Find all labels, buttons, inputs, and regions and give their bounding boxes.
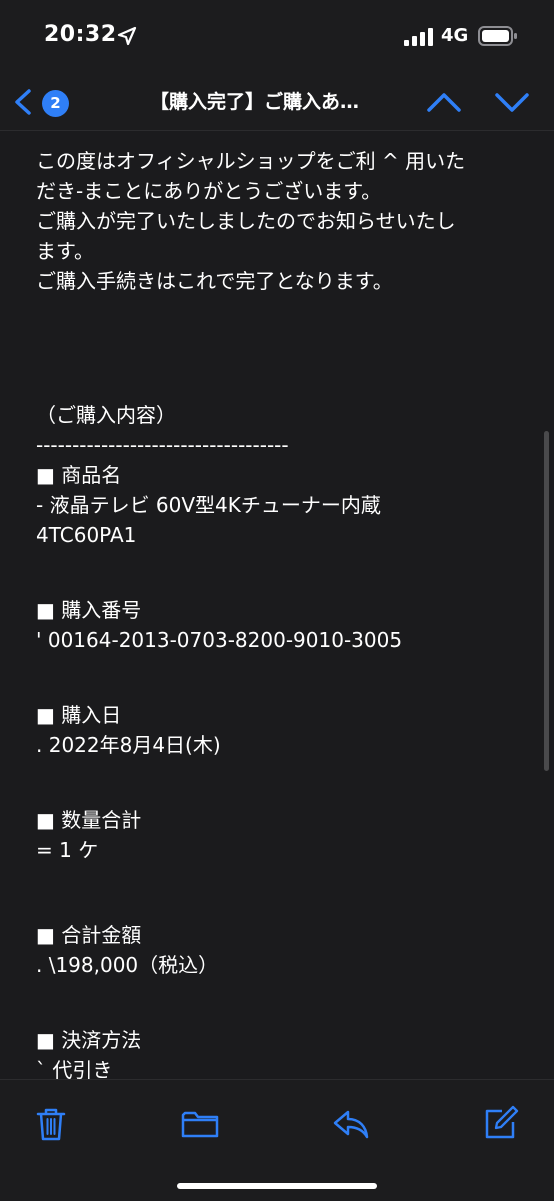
compose-icon	[485, 1105, 519, 1139]
body-line	[36, 865, 536, 920]
section-heading: ■ 合計金額	[36, 923, 142, 947]
divider-line: -----------------------------------	[36, 433, 289, 457]
body-line	[36, 760, 536, 805]
body-line	[36, 980, 536, 1025]
compose-button[interactable]	[478, 1102, 522, 1146]
body-line: （ご購入内容）	[36, 403, 176, 427]
section-heading: ■ 決済方法	[36, 1028, 142, 1052]
home-indicator[interactable]	[177, 1183, 377, 1189]
cellular-signal-icon	[404, 28, 433, 46]
message-body[interactable]: この度はオフィシャルショップをご利 ^ 用いた だき-まことにありがとうございま…	[0, 131, 554, 1079]
reply-button[interactable]	[329, 1102, 373, 1146]
network-type-label: 4G	[441, 25, 469, 46]
order-number-value: ' 00164-2013-0703-8200-9010-3005	[36, 628, 403, 652]
status-bar: 20:32 4G	[0, 0, 554, 74]
chevron-up-icon	[427, 93, 461, 112]
body-line: ます。	[36, 239, 94, 263]
status-time: 20:32	[44, 22, 117, 47]
body-line: ご購入が完了いたしましたのでお知らせいたし	[36, 209, 456, 233]
message-toolbar	[0, 1079, 554, 1201]
section-heading: ■ 商品名	[36, 463, 122, 487]
reply-icon	[333, 1110, 369, 1139]
chevron-left-icon	[15, 89, 31, 115]
battery-icon	[478, 26, 517, 46]
section-heading: ■ 数量合計	[36, 808, 142, 832]
delete-button[interactable]	[29, 1102, 73, 1146]
previous-message-button[interactable]	[418, 80, 470, 124]
product-name-value: - 液晶テレビ 60V型4Kチューナー内蔵	[36, 493, 381, 517]
body-line	[36, 655, 536, 700]
total-amount-value: . \198,000（税込）	[36, 953, 219, 977]
trash-icon	[36, 1108, 66, 1141]
purchase-date-value: . 2022年8月4日(木)	[36, 733, 221, 757]
next-message-button[interactable]	[486, 80, 538, 124]
unread-count-badge: 2	[42, 90, 69, 117]
location-arrow-icon	[117, 26, 137, 46]
message-subject-title: 【購入完了】ご購入あ…	[150, 91, 360, 113]
section-heading: ■ 購入番号	[36, 598, 142, 622]
body-line: ご購入手続きはこれで完了となります。	[36, 269, 393, 293]
body-line: だき-まことにありがとうございます。	[36, 179, 382, 203]
body-line	[36, 348, 536, 400]
folder-icon	[181, 1111, 219, 1138]
product-model-value: 4TC60PA1	[36, 523, 137, 547]
section-heading: ■ 購入日	[36, 703, 122, 727]
move-to-folder-button[interactable]	[178, 1102, 222, 1146]
back-button[interactable]: 2	[8, 80, 78, 124]
chevron-down-icon	[495, 93, 529, 112]
quantity-value: = 1 ケ	[36, 838, 99, 862]
scroll-indicator[interactable]	[544, 431, 549, 771]
message-nav-bar: 2 【購入完了】ご購入あ…	[0, 74, 554, 131]
body-line	[36, 550, 536, 595]
message-body-text: この度はオフィシャルショップをご利 ^ 用いた だき-まことにありがとうございま…	[36, 146, 536, 1079]
body-line: この度はオフィシャルショップをご利 ^ 用いた	[36, 149, 466, 173]
body-line	[36, 296, 536, 348]
payment-method-value: ` 代引き	[36, 1058, 113, 1079]
